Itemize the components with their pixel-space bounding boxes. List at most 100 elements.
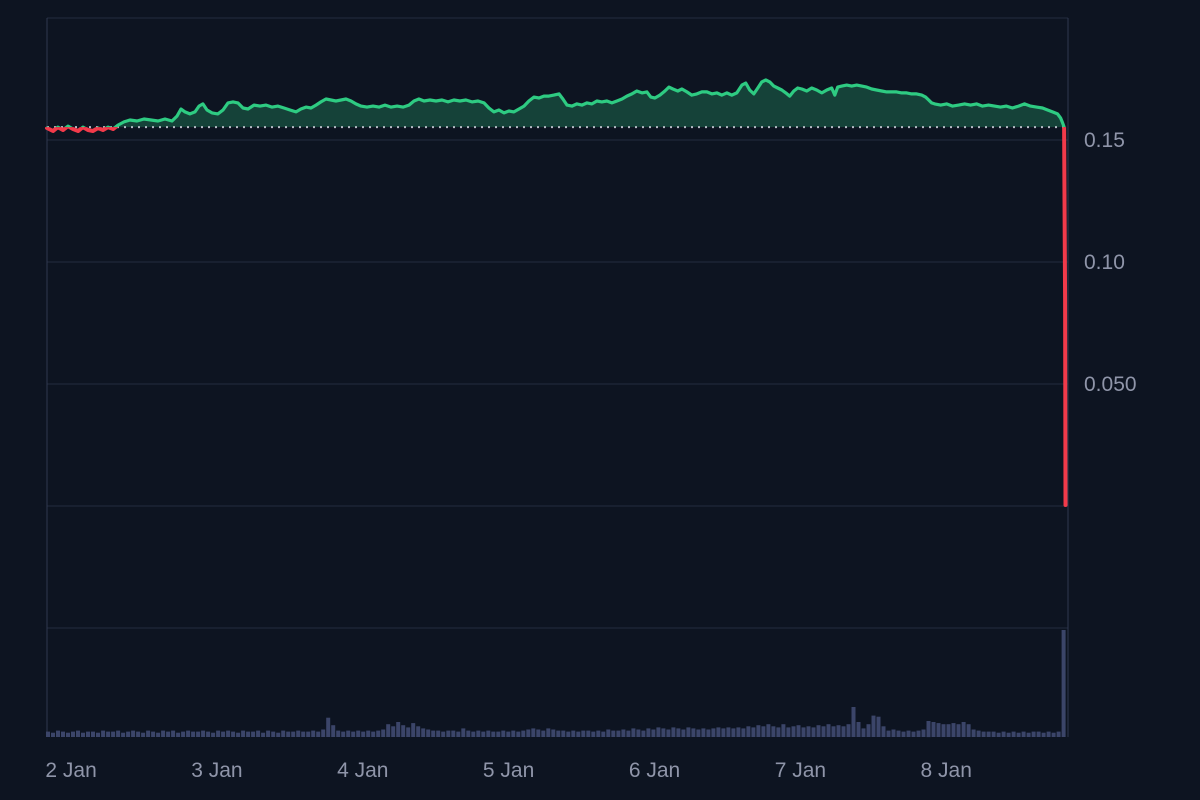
volume-bar — [356, 731, 360, 737]
volume-bar — [691, 728, 695, 737]
volume-bar — [656, 727, 660, 737]
volume-bar — [346, 731, 350, 737]
volume-bar — [576, 732, 580, 737]
volume-bar — [401, 725, 405, 737]
volume-bar — [1017, 733, 1021, 737]
volume-bar — [1012, 732, 1016, 737]
volume-bar — [276, 733, 280, 737]
volume-bar — [206, 732, 210, 737]
volume-bar — [271, 732, 275, 737]
volume-bar — [957, 724, 961, 737]
volume-bar — [967, 724, 971, 737]
volume-bar — [786, 727, 790, 737]
volume-bar — [571, 731, 575, 737]
volume-bar — [1047, 732, 1051, 737]
volume-bar — [281, 731, 285, 737]
volume-bar — [181, 732, 185, 737]
volume-bar — [932, 722, 936, 737]
volume-bar — [286, 732, 290, 737]
volume-bar — [491, 732, 495, 737]
volume-bar — [781, 724, 785, 737]
volume-bar — [236, 733, 240, 737]
price-chart-panel: 0.150.100.050 2 Jan3 Jan4 Jan5 Jan6 Jan7… — [0, 0, 1200, 800]
volume-bar — [701, 728, 705, 737]
volume-bar — [636, 730, 640, 738]
volume-bar — [431, 731, 435, 737]
volume-bar — [611, 731, 615, 737]
volume-bar — [706, 730, 710, 738]
volume-bar — [446, 731, 450, 737]
volume-bar — [311, 731, 315, 737]
y-axis-tick-label: 0.15 — [1084, 129, 1125, 152]
volume-bar — [146, 731, 150, 737]
volume-bar — [987, 732, 991, 737]
price-line-above-baseline — [47, 80, 1066, 505]
volume-bar — [216, 731, 220, 737]
volume-bar — [897, 731, 901, 737]
volume-bar — [1022, 732, 1026, 737]
volume-bar — [882, 726, 886, 737]
volume-bar — [196, 732, 200, 737]
volume-bar — [962, 722, 966, 737]
volume-bar — [556, 731, 560, 737]
volume-bar — [506, 732, 510, 737]
volume-bar — [456, 732, 460, 737]
volume-bar — [586, 731, 590, 737]
volume-bar — [121, 733, 125, 737]
volume-bar — [997, 733, 1001, 737]
volume-bar — [952, 723, 956, 737]
price-chart[interactable]: 0.150.100.050 2 Jan3 Jan4 Jan5 Jan6 Jan7… — [0, 0, 1200, 800]
volume-bar — [711, 728, 715, 737]
volume-bar — [161, 731, 165, 737]
volume-bar — [61, 732, 65, 737]
volume-bar — [756, 725, 760, 737]
volume-bar — [907, 731, 911, 737]
volume-bar — [842, 726, 846, 737]
volume-bar — [156, 733, 160, 737]
volume-bar — [696, 730, 700, 738]
volume-bar — [106, 732, 110, 737]
volume-bar — [176, 733, 180, 737]
volume-bar — [601, 732, 605, 737]
x-axis-tick-label: 5 Jan — [483, 759, 534, 782]
x-axis-tick-label: 7 Jan — [775, 759, 826, 782]
volume-bar — [1057, 732, 1061, 737]
volume-bar — [857, 722, 861, 737]
volume-bar — [771, 726, 775, 737]
volume-bar — [1062, 630, 1066, 737]
volume-bar — [802, 727, 806, 737]
volume-bar — [261, 733, 265, 737]
volume-bar — [486, 731, 490, 737]
volume-bar — [396, 722, 400, 737]
volume-bar — [531, 728, 535, 737]
volume-bar — [631, 728, 635, 737]
volume-bar — [942, 724, 946, 737]
volume-bar — [937, 723, 941, 737]
volume-bar — [436, 731, 440, 737]
volume-bar — [391, 726, 395, 737]
volume-bar — [641, 731, 645, 737]
volume-bar — [441, 732, 445, 737]
volume-bar — [166, 732, 170, 737]
volume-bar — [116, 731, 120, 737]
volume-bar — [596, 731, 600, 737]
volume-bar — [186, 731, 190, 737]
volume-bar — [676, 728, 680, 737]
volume-bar — [521, 731, 525, 737]
volume-bar — [561, 731, 565, 737]
volume-bar — [1032, 732, 1036, 737]
volume-bar — [651, 730, 655, 738]
volume-bar — [877, 717, 881, 737]
volume-bar — [912, 732, 916, 737]
volume-bar — [56, 731, 60, 737]
volume-bar — [526, 730, 530, 738]
volume-bar — [306, 732, 310, 737]
volume-bar — [927, 721, 931, 737]
volume-bar — [501, 731, 505, 737]
volume-bar — [471, 732, 475, 737]
volume-bar — [822, 726, 826, 737]
volume-bar — [671, 727, 675, 737]
volume-bars — [46, 630, 1066, 737]
volume-bar — [827, 724, 831, 737]
volume-bar — [496, 732, 500, 737]
